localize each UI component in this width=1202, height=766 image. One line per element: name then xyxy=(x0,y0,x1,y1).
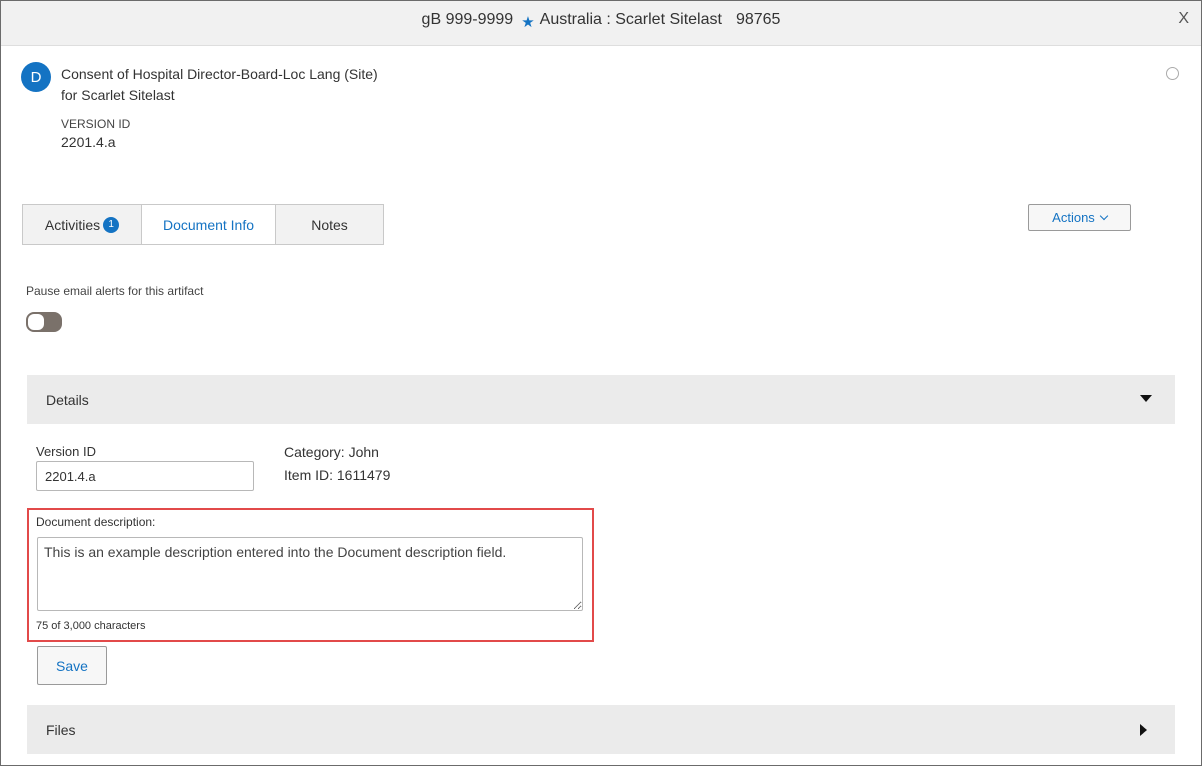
document-title-line2: for Scarlet Sitelast xyxy=(61,87,175,103)
caret-down-icon xyxy=(1140,395,1152,402)
pause-alerts-toggle[interactable] xyxy=(26,312,62,332)
version-id-heading: VERSION ID xyxy=(61,117,131,131)
tab-activities-label: Activities xyxy=(44,216,101,233)
version-id-field-label: Version ID xyxy=(36,444,96,459)
tab-document-info-label: Document Info xyxy=(162,216,255,233)
chevron-down-icon xyxy=(1099,211,1109,220)
character-count: 75 of 3,000 characters xyxy=(36,620,146,632)
details-section-header[interactable]: Details xyxy=(27,375,1175,424)
description-textarea[interactable]: This is an example description entered i… xyxy=(37,537,583,611)
files-section-header[interactable]: Files xyxy=(27,705,1175,754)
caret-right-icon xyxy=(1140,724,1147,736)
actions-button[interactable]: Actions xyxy=(1028,204,1131,231)
details-section-label: Details xyxy=(46,391,89,408)
toggle-knob xyxy=(28,314,44,330)
item-id-text: Item ID: 1611479 xyxy=(284,467,391,483)
activities-count-badge: 1 xyxy=(103,216,120,233)
files-section-label: Files xyxy=(46,721,76,738)
tab-activities[interactable]: Activities 1 xyxy=(23,205,142,244)
close-button[interactable]: X xyxy=(1178,10,1189,28)
site-name: Australia : Scarlet Sitelast xyxy=(539,11,722,28)
tab-document-info[interactable]: Document Info xyxy=(142,205,276,244)
header-title: gB 999-9999 ★ Australia : Scarlet Sitela… xyxy=(1,1,1201,39)
document-avatar: D xyxy=(21,62,51,92)
save-button[interactable]: Save xyxy=(37,646,107,685)
document-title-line1: Consent of Hospital Director-Board-Loc L… xyxy=(61,66,378,82)
category-text: Category: John xyxy=(284,444,379,460)
tab-bar: Activities 1 Document Info Notes xyxy=(22,204,384,245)
document-title: Consent of Hospital Director-Board-Loc L… xyxy=(61,64,378,106)
actions-label: Actions xyxy=(1052,210,1095,225)
version-id-value: 2201.4.a xyxy=(61,134,116,150)
study-id: gB 999-9999 xyxy=(421,11,514,28)
tab-notes-label: Notes xyxy=(311,216,348,233)
tab-notes[interactable]: Notes xyxy=(276,205,383,244)
pause-alerts-label: Pause email alerts for this artifact xyxy=(26,284,204,298)
star-icon: ★ xyxy=(521,14,535,31)
version-id-input[interactable] xyxy=(36,461,254,491)
description-label: Document description: xyxy=(36,515,156,529)
dialog-header: gB 999-9999 ★ Australia : Scarlet Sitela… xyxy=(1,1,1201,46)
select-radio[interactable] xyxy=(1166,67,1179,80)
site-number: 98765 xyxy=(735,11,781,28)
document-dialog: gB 999-9999 ★ Australia : Scarlet Sitela… xyxy=(0,0,1202,766)
